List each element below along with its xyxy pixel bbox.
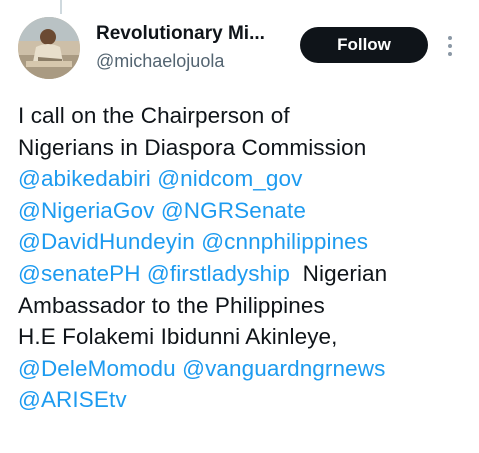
tweet-text-segment: H.E Folakemi Ibidunni Akinleye, [18, 324, 338, 350]
tweet-line: Nigerians in Diaspora Commission [18, 132, 473, 164]
tweet-line: @NigeriaGov @NGRSenate [18, 195, 473, 227]
more-vertical-icon[interactable] [440, 33, 460, 59]
mention-link[interactable]: @DavidHundeyin [18, 229, 195, 254]
thread-connector-line [60, 0, 62, 14]
tweet-line: @ARISEtv [18, 384, 473, 416]
mention-link[interactable]: @cnnphilippines [201, 229, 368, 254]
username[interactable]: @michaelojuola [96, 51, 224, 72]
tweet-line: H.E Folakemi Ibidunni Akinleye, [18, 321, 473, 353]
tweet-line: @DeleMomodu @vanguardngrnews [18, 353, 473, 385]
tweet-text-segment: Ambassador to the Philippines [18, 292, 325, 318]
more-dot [448, 52, 452, 56]
mention-link[interactable]: @DeleMomodu [18, 356, 176, 381]
tweet-line: I call on the Chairperson of [18, 100, 473, 132]
mention-link[interactable]: @NGRSenate [161, 198, 306, 223]
mention-link[interactable]: @ARISEtv [18, 387, 127, 412]
tweet-line: @abikedabiri @nidcom_gov [18, 163, 473, 195]
tweet-text-segment: Nigerian [302, 260, 388, 286]
tweet-line: @DavidHundeyin @cnnphilippines [18, 226, 473, 258]
display-name[interactable]: Revolutionary Mi... [96, 23, 265, 45]
tweet-line: Ambassador to the Philippines [18, 290, 473, 322]
more-dot [448, 44, 452, 48]
tweet-line: @senatePH @firstladyship Nigerian [18, 258, 473, 290]
follow-button[interactable]: Follow [300, 27, 428, 63]
more-dot [448, 36, 452, 40]
mention-link[interactable]: @senatePH [18, 261, 141, 286]
tweet-text-segment: I call on the Chairperson of [18, 103, 290, 128]
tweet-card: Revolutionary Mi... @michaelojuola Follo… [0, 0, 479, 453]
mention-link[interactable]: @abikedabiri [18, 166, 151, 191]
mention-link[interactable]: @NigeriaGov [18, 198, 155, 223]
mention-link[interactable]: @nidcom_gov [157, 166, 302, 191]
mention-link[interactable]: @firstladyship [147, 261, 290, 286]
profile-photo-icon [18, 17, 80, 79]
avatar[interactable] [18, 17, 80, 79]
mention-link[interactable]: @vanguardngrnews [182, 356, 385, 381]
tweet-text: I call on the Chairperson of Nigerians i… [18, 100, 473, 416]
tweet-text-segment: Nigerians in Diaspora Commission [18, 134, 367, 160]
